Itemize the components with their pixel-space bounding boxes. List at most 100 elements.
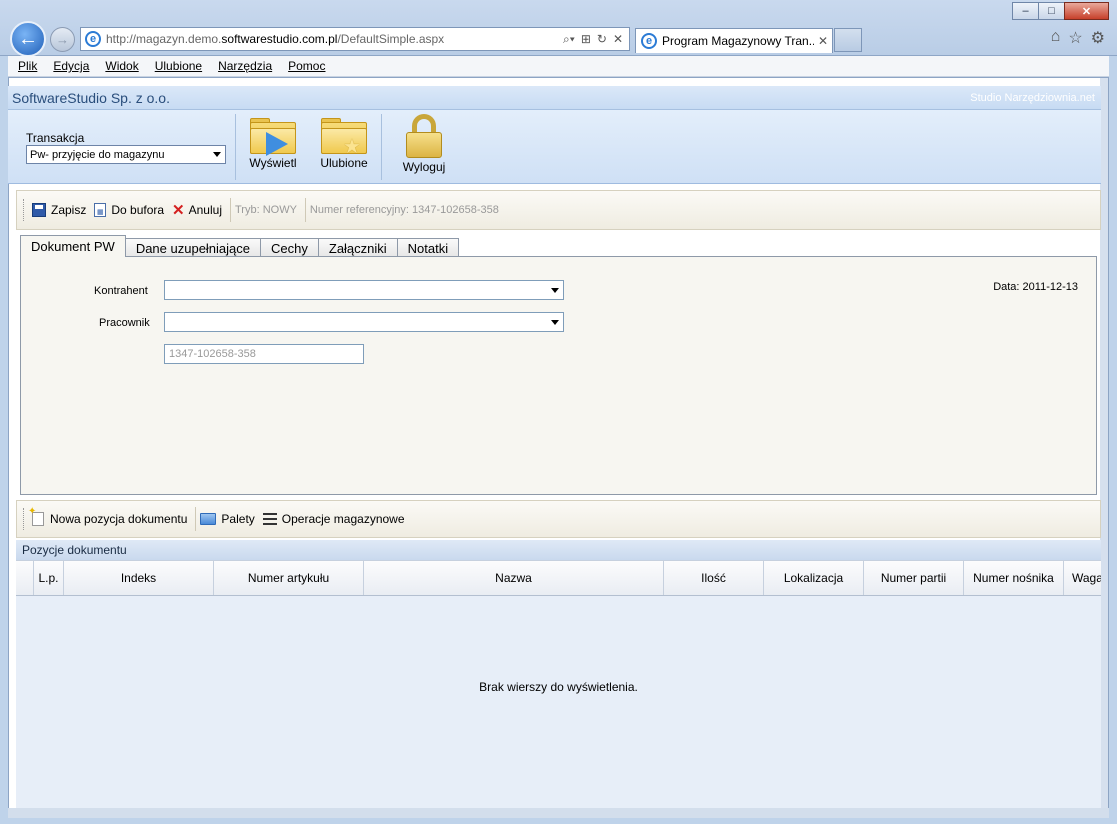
vertical-scrollbar[interactable] bbox=[1100, 78, 1108, 817]
window-controls: – □ ✕ bbox=[1012, 2, 1109, 20]
minimize-button[interactable]: – bbox=[1012, 2, 1039, 20]
col-ilosc[interactable]: Ilość bbox=[664, 561, 764, 595]
favorites-button[interactable]: ★ Ulubione bbox=[313, 114, 375, 170]
folder-play-icon bbox=[250, 118, 296, 156]
tab-dokument-pw[interactable]: Dokument PW bbox=[20, 235, 126, 257]
date-text: Data: 2011-12-13 bbox=[993, 281, 1078, 293]
document-form: Kontrahent Data: 2011-12-13 Pracownik 13… bbox=[20, 256, 1097, 495]
app-header: SoftwareStudio Sp. z o.o. Studio Narzędz… bbox=[8, 86, 1101, 110]
document-icon: ▦ bbox=[94, 203, 107, 217]
list-icon bbox=[262, 513, 277, 525]
settings-gear-icon[interactable]: ⚙ bbox=[1091, 28, 1105, 48]
address-bar[interactable]: e http://magazyn.demo.softwarestudio.com… bbox=[80, 27, 630, 51]
home-icon[interactable]: ⌂ bbox=[1051, 28, 1061, 48]
mode-text: Tryb: NOWY bbox=[234, 204, 297, 216]
tab-zalaczniki[interactable]: Załączniki bbox=[317, 238, 398, 257]
search-icon[interactable]: ⌕▾ bbox=[563, 32, 575, 47]
col-numer-nosnika[interactable]: Numer nośnika bbox=[964, 561, 1064, 595]
col-numer-partii[interactable]: Numer partii bbox=[864, 561, 964, 595]
menu-widok[interactable]: Widok bbox=[105, 59, 138, 73]
empty-message: Brak wierszy do wyświetlenia. bbox=[479, 680, 638, 694]
ribbon-separator bbox=[235, 114, 236, 180]
logout-label: Wyloguj bbox=[402, 160, 446, 174]
new-document-icon bbox=[28, 506, 44, 526]
contractor-combo[interactable] bbox=[164, 280, 564, 300]
folder-star-icon: ★ bbox=[321, 118, 367, 158]
show-button[interactable]: Wyświetl bbox=[242, 114, 304, 170]
ie-icon: e bbox=[85, 31, 101, 47]
browser-right-icons: ⌂ ☆ ⚙ bbox=[1051, 28, 1105, 48]
dropdown-arrow-icon bbox=[551, 320, 559, 325]
stop-icon[interactable]: ✕ bbox=[613, 32, 623, 47]
favorites-star-icon[interactable]: ☆ bbox=[1068, 28, 1082, 48]
grid-body: Brak wierszy do wyświetlenia. bbox=[16, 596, 1101, 808]
col-nazwa[interactable]: Nazwa bbox=[364, 561, 664, 595]
col-waga[interactable]: Waga bbox=[1064, 561, 1101, 595]
back-button[interactable]: ← bbox=[10, 21, 46, 57]
browser-tab[interactable]: e Program Magazynowy Tran... ✕ bbox=[635, 28, 833, 53]
compat-view-icon[interactable]: ⊞ bbox=[581, 32, 591, 47]
menu-narzedzia[interactable]: Narzędzia bbox=[218, 59, 272, 73]
folder-icon bbox=[200, 513, 217, 525]
employee-combo[interactable] bbox=[164, 312, 564, 332]
cancel-x-icon: ✕ bbox=[172, 201, 185, 219]
maximize-button[interactable]: □ bbox=[1038, 2, 1065, 20]
company-name: SoftwareStudio Sp. z o.o. bbox=[12, 89, 170, 106]
positions-toolbar: Nowa pozycja dokumentu Palety Operacje m… bbox=[16, 500, 1101, 538]
toolbar-separator bbox=[304, 198, 306, 222]
col-indeks[interactable]: Indeks bbox=[64, 561, 214, 595]
reference-text: Numer referencyjny: 1347-102658-358 bbox=[309, 204, 499, 216]
new-item-button[interactable]: Nowa pozycja dokumentu bbox=[28, 506, 187, 526]
employee-label: Pracownik bbox=[99, 317, 150, 329]
new-tab-button[interactable] bbox=[834, 28, 862, 52]
transaction-value: Pw- przyjęcie do magazynu bbox=[30, 148, 165, 161]
save-button[interactable]: Zapisz bbox=[32, 203, 86, 217]
menu-plik[interactable]: Plik bbox=[18, 59, 37, 73]
operations-button[interactable]: Operacje magazynowe bbox=[262, 512, 405, 526]
tab-close-icon[interactable]: ✕ bbox=[814, 34, 832, 48]
forward-button[interactable]: → bbox=[50, 27, 75, 52]
buffer-button[interactable]: ▦ Do bufora bbox=[94, 203, 164, 217]
col-lokalizacja[interactable]: Lokalizacja bbox=[764, 561, 864, 595]
menu-edycja[interactable]: Edycja bbox=[53, 59, 89, 73]
menu-ulubione[interactable]: Ulubione bbox=[155, 59, 202, 73]
close-window-button[interactable]: ✕ bbox=[1064, 2, 1109, 20]
browser-chrome: – □ ✕ ← → e http://magazyn.demo.software… bbox=[0, 0, 1117, 57]
grid-header-select[interactable] bbox=[16, 561, 34, 595]
logout-button[interactable]: Wyloguj bbox=[393, 114, 455, 174]
pallets-button[interactable]: Palety bbox=[200, 512, 255, 526]
dropdown-arrow-icon bbox=[551, 288, 559, 293]
lock-icon bbox=[405, 114, 443, 158]
contractor-label: Kontrahent bbox=[94, 285, 148, 297]
document-tabs: Dokument PW Dane uzupełniające Cechy Zał… bbox=[20, 235, 460, 257]
grid-header: L.p. Indeks Numer artykułu Nazwa Ilość L… bbox=[16, 560, 1101, 596]
forward-arrow-icon: → bbox=[56, 32, 69, 47]
menu-pomoc[interactable]: Pomoc bbox=[288, 59, 325, 73]
tab-notatki[interactable]: Notatki bbox=[396, 238, 460, 257]
studio-link[interactable]: Studio Narzędziownia.net bbox=[970, 92, 1101, 104]
menu-bar: Plik Edycja Widok Ulubione Narzędzia Pom… bbox=[8, 56, 1109, 77]
show-label: Wyświetl bbox=[249, 156, 297, 170]
tab-title: Program Magazynowy Tran... bbox=[662, 34, 814, 48]
address-tools: ⌕▾ ⊞ ↻ ✕ bbox=[563, 32, 629, 47]
document-toolbar: Zapisz ▦ Do bufora ✕ Anuluj Tryb: NOWY N… bbox=[16, 190, 1101, 230]
reference-number-field[interactable]: 1347-102658-358 bbox=[164, 344, 364, 364]
dropdown-arrow-icon bbox=[213, 152, 221, 157]
tab-ie-icon: e bbox=[641, 33, 657, 49]
save-icon bbox=[32, 203, 46, 217]
toolbar-separator bbox=[195, 507, 197, 531]
transaction-label: Transakcja bbox=[26, 131, 85, 145]
ribbon-separator bbox=[381, 114, 382, 180]
toolbar-separator bbox=[229, 198, 231, 222]
tab-dane-uzupelniajace[interactable]: Dane uzupełniające bbox=[124, 238, 262, 257]
toolbar-grip bbox=[23, 199, 26, 221]
grid-title: Pozycje dokumentu bbox=[16, 540, 1101, 560]
refresh-icon[interactable]: ↻ bbox=[597, 32, 607, 47]
cancel-button[interactable]: ✕ Anuluj bbox=[172, 203, 222, 218]
ribbon: Transakcja Pw- przyjęcie do magazynu Wyś… bbox=[8, 110, 1101, 184]
col-numer-artykulu[interactable]: Numer artykułu bbox=[214, 561, 364, 595]
col-lp[interactable]: L.p. bbox=[34, 561, 64, 595]
tab-cechy[interactable]: Cechy bbox=[260, 238, 319, 257]
transaction-select[interactable]: Pw- przyjęcie do magazynu bbox=[26, 145, 226, 164]
back-arrow-icon: ← bbox=[18, 27, 38, 50]
